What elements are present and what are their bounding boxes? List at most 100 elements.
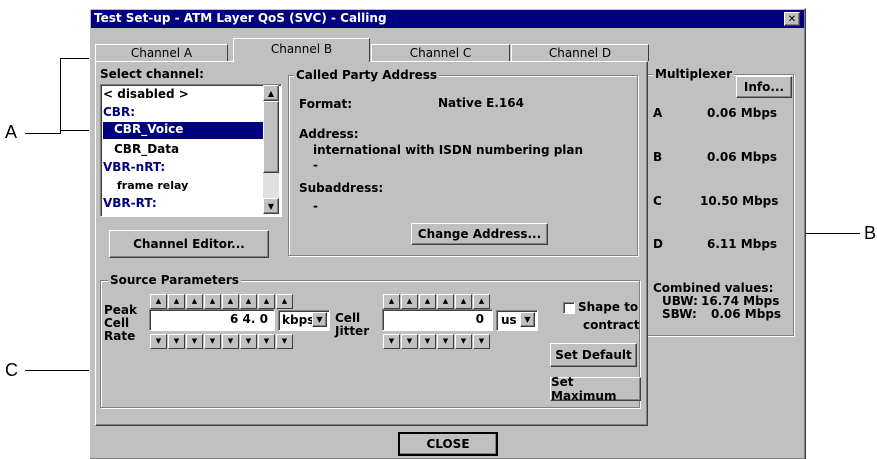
mux-channel-c: C	[653, 194, 662, 208]
spin-down-icon: ▼	[173, 337, 180, 345]
cell-jitter-value: 0	[475, 312, 484, 326]
list-item[interactable]: frame relay	[117, 179, 188, 192]
spin-down-icon: ▼	[191, 337, 198, 345]
callout-a-line	[25, 133, 61, 134]
jitter-unit-select[interactable]: us ▼	[496, 310, 538, 331]
spin-down-icon: ▼	[388, 337, 395, 345]
dropdown-button[interactable]: ▼	[312, 312, 327, 327]
spin-down-button[interactable]: ▼	[401, 334, 418, 349]
spin-up-button[interactable]: ▲	[222, 294, 239, 309]
spin-down-button[interactable]: ▼	[258, 334, 275, 349]
list-item[interactable]: VBR-nRT:	[103, 160, 165, 174]
list-item[interactable]: CBR_Data	[114, 142, 179, 156]
spin-up-icon: ▲	[478, 297, 485, 305]
peak-label-3: Rate	[104, 329, 136, 343]
peak-unit-select[interactable]: kbps ▼	[278, 310, 330, 331]
tab-channel-b[interactable]: Channel B	[233, 38, 370, 62]
format-value: Native E.164	[438, 96, 524, 110]
source-parameters-legend: Source Parameters	[108, 273, 241, 287]
spin-up-icon: ▲	[263, 297, 270, 305]
spin-down-button[interactable]: ▼	[204, 334, 221, 349]
arrow-up-icon: ▲	[267, 88, 275, 98]
channel-editor-button[interactable]: Channel Editor...	[109, 230, 269, 258]
spin-up-button[interactable]: ▲	[276, 294, 293, 309]
spin-up-button[interactable]: ▲	[186, 294, 203, 309]
peak-rate-up-spinners: ▲ ▲ ▲ ▲ ▲ ▲ ▲ ▲	[150, 294, 293, 309]
callout-a-bracket	[60, 58, 61, 134]
spin-up-button[interactable]: ▲	[455, 294, 472, 309]
spin-down-button[interactable]: ▼	[168, 334, 185, 349]
spin-up-icon: ▲	[281, 297, 288, 305]
window-title: Test Set-up - ATM Layer QoS (SVC) - Call…	[94, 11, 387, 25]
callout-a-label: A	[5, 122, 18, 142]
scroll-thumb[interactable]	[263, 101, 279, 173]
spin-down-button[interactable]: ▼	[186, 334, 203, 349]
list-item[interactable]: CBR:	[103, 105, 135, 119]
spin-up-icon: ▲	[173, 297, 180, 305]
spin-down-button[interactable]: ▼	[437, 334, 454, 349]
list-item-selected[interactable]: CBR_Voice	[103, 122, 263, 139]
format-label: Format:	[299, 97, 353, 111]
spin-up-button[interactable]: ▲	[437, 294, 454, 309]
spin-down-icon: ▼	[209, 337, 216, 345]
spin-down-button[interactable]: ▼	[383, 334, 400, 349]
list-scrollbar[interactable]: ▲ ▼	[263, 85, 279, 214]
select-channel-label: Select channel:	[100, 67, 204, 81]
sbw-label: SBW:	[662, 307, 697, 321]
jitter-label-2: Jitter	[335, 324, 370, 338]
multiplexer-legend: Multiplexer	[653, 67, 735, 81]
set-maximum-button[interactable]: Set Maximum	[550, 375, 641, 403]
dialog-window: Test Set-up - ATM Layer QoS (SVC) - Call…	[89, 8, 806, 459]
callout-c-label: C	[5, 360, 18, 380]
tab-channel-c[interactable]: Channel C	[371, 44, 510, 61]
peak-cell-rate-input[interactable]: 6 4. 0	[149, 309, 275, 331]
spin-up-button[interactable]: ▲	[473, 294, 490, 309]
sbw-value: 0.06 Mbps	[711, 307, 782, 321]
contract-label: contract	[583, 318, 640, 332]
ubw-value: 16.74 Mbps	[701, 294, 780, 308]
spin-up-button[interactable]: ▲	[383, 294, 400, 309]
dropdown-button[interactable]: ▼	[520, 312, 535, 327]
spin-up-button[interactable]: ▲	[419, 294, 436, 309]
peak-label-1: Peak	[104, 303, 138, 317]
peak-cell-rate-value: 6 4. 0	[230, 312, 268, 326]
spin-up-icon: ▲	[191, 297, 198, 305]
close-window-button[interactable]: ✕	[784, 12, 800, 26]
change-address-button[interactable]: Change Address...	[411, 223, 548, 245]
subaddress-dash: -	[313, 199, 318, 213]
spin-down-button[interactable]: ▼	[276, 334, 293, 349]
spin-down-button[interactable]: ▼	[473, 334, 490, 349]
list-item[interactable]: VBR-RT:	[103, 196, 157, 210]
close-button[interactable]: CLOSE	[398, 432, 498, 456]
scroll-up-button[interactable]: ▲	[263, 85, 279, 101]
mux-channel-d: D	[653, 237, 663, 251]
tab-channel-d[interactable]: Channel D	[511, 44, 649, 61]
set-default-button[interactable]: Set Default	[550, 343, 637, 367]
callout-b-label: B	[864, 223, 877, 243]
spin-up-button[interactable]: ▲	[150, 294, 167, 309]
info-button[interactable]: Info...	[736, 76, 792, 98]
spin-down-button[interactable]: ▼	[150, 334, 167, 349]
spin-up-button[interactable]: ▲	[401, 294, 418, 309]
peak-unit-value: kbps	[282, 313, 315, 327]
tab-label: Channel B	[270, 42, 333, 56]
spin-up-button[interactable]: ▲	[204, 294, 221, 309]
spin-up-button[interactable]: ▲	[258, 294, 275, 309]
jitter-up-spinners: ▲ ▲ ▲ ▲ ▲ ▲	[383, 294, 490, 309]
spin-down-button[interactable]: ▼	[222, 334, 239, 349]
spin-down-button[interactable]: ▼	[419, 334, 436, 349]
list-item[interactable]: < disabled >	[103, 87, 189, 101]
cell-jitter-input[interactable]: 0	[382, 309, 493, 331]
channel-list[interactable]: < disabled > CBR: CBR_Voice CBR_Data VBR…	[100, 84, 282, 217]
spin-down-button[interactable]: ▼	[455, 334, 472, 349]
spin-up-icon: ▲	[460, 297, 467, 305]
combined-values-label: Combined values:	[653, 281, 774, 295]
arrow-down-icon: ▼	[267, 201, 275, 211]
spin-down-button[interactable]: ▼	[240, 334, 257, 349]
address-value: international with ISDN numbering plan	[313, 143, 584, 157]
spin-up-button[interactable]: ▲	[168, 294, 185, 309]
shape-to-contract-checkbox[interactable]	[563, 302, 575, 314]
tab-channel-a[interactable]: Channel A	[95, 44, 228, 61]
spin-up-button[interactable]: ▲	[240, 294, 257, 309]
scroll-down-button[interactable]: ▼	[263, 198, 279, 214]
